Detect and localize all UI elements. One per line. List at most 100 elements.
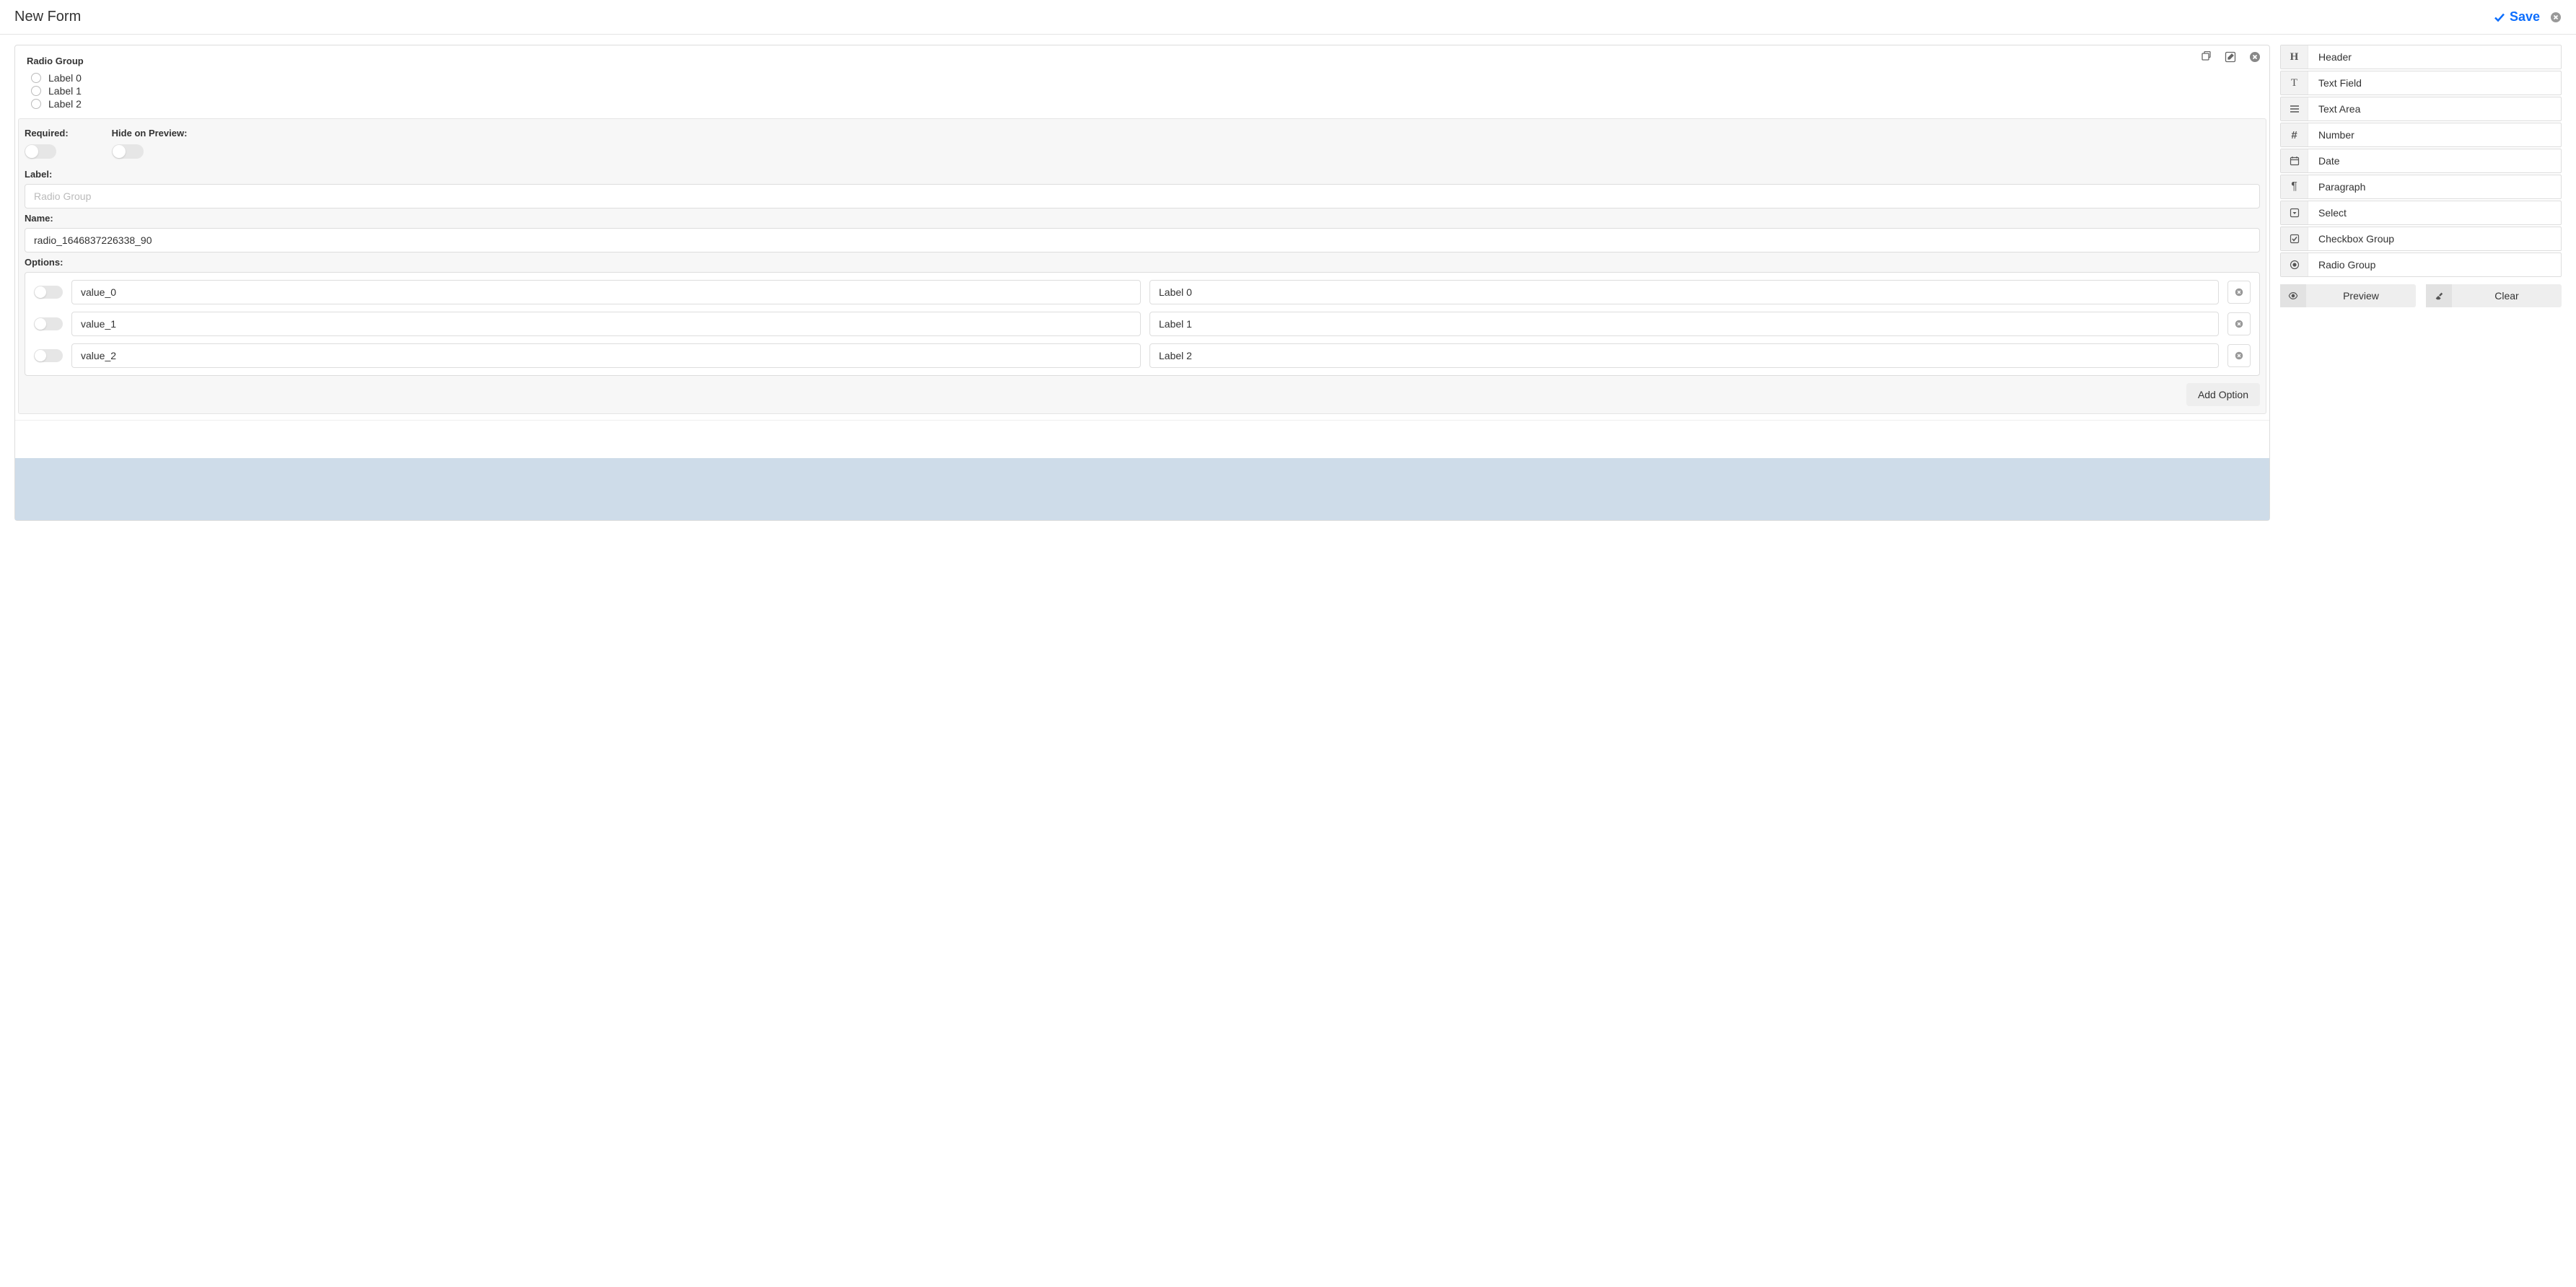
- option-value-input[interactable]: [71, 280, 1141, 304]
- option-remove-button[interactable]: [2227, 281, 2251, 304]
- hash-icon: #: [2281, 123, 2308, 146]
- radio-item-label: Label 2: [48, 98, 82, 110]
- radio-item-label: Label 1: [48, 85, 82, 97]
- option-row: [34, 280, 2251, 304]
- palette-text-area[interactable]: Text Area: [2280, 97, 2562, 121]
- close-icon: [2550, 12, 2562, 23]
- palette-checkbox-group[interactable]: Checkbox Group: [2280, 227, 2562, 251]
- palette-radio-group[interactable]: Radio Group: [2280, 252, 2562, 277]
- hide-label: Hide on Preview:: [112, 128, 188, 139]
- caret-box-icon: [2281, 201, 2308, 224]
- palette-label: Header: [2308, 45, 2362, 69]
- edit-icon: [2225, 51, 2236, 63]
- palette-label: Checkbox Group: [2308, 227, 2404, 250]
- add-option-button[interactable]: Add Option: [2186, 383, 2260, 406]
- delete-button[interactable]: [2249, 51, 2261, 65]
- main-area: Radio Group Label 0 Label 1 Label 2: [0, 35, 2576, 531]
- field-preview: Radio Group Label 0 Label 1 Label 2: [15, 45, 2269, 118]
- text-icon: T: [2281, 71, 2308, 95]
- label-input[interactable]: [25, 184, 2260, 208]
- heading-icon: H: [2281, 45, 2308, 69]
- eye-icon: [2280, 284, 2306, 307]
- close-icon: [2235, 288, 2243, 297]
- option-default-toggle[interactable]: [34, 317, 63, 330]
- close-icon: [2235, 351, 2243, 360]
- radio-preview-list: Label 0 Label 1 Label 2: [27, 72, 2258, 110]
- close-icon: [2249, 51, 2261, 63]
- options-section: Options:: [25, 252, 2260, 406]
- palette-text-field[interactable]: T Text Field: [2280, 71, 2562, 95]
- option-default-toggle[interactable]: [34, 349, 63, 362]
- lines-icon: [2281, 97, 2308, 120]
- options-box: [25, 272, 2260, 376]
- name-field-label: Name:: [25, 213, 2260, 224]
- close-button[interactable]: [2550, 12, 2562, 23]
- options-field-label: Options:: [25, 257, 2260, 268]
- option-default-toggle[interactable]: [34, 286, 63, 299]
- radio-preview-item[interactable]: Label 2: [31, 98, 2258, 110]
- field-actions: [2200, 51, 2261, 65]
- pilcrow-icon: ¶: [2281, 175, 2308, 198]
- palette-header[interactable]: H Header: [2280, 45, 2562, 69]
- palette-label: Select: [2308, 201, 2357, 224]
- option-value-input[interactable]: [71, 343, 1141, 368]
- page-header: New Form Save: [0, 0, 2576, 35]
- palette-paragraph[interactable]: ¶ Paragraph: [2280, 175, 2562, 199]
- field-editor: Required: Hide on Preview: Label: Name:: [18, 118, 2266, 414]
- save-button[interactable]: Save: [2494, 9, 2540, 25]
- radio-icon: [31, 73, 41, 83]
- palette-date[interactable]: Date: [2280, 149, 2562, 173]
- option-value-input[interactable]: [71, 312, 1141, 336]
- form-canvas[interactable]: Radio Group Label 0 Label 1 Label 2: [14, 45, 2270, 521]
- radio-preview-item[interactable]: Label 0: [31, 72, 2258, 84]
- sidebar-actions: Preview Clear: [2280, 284, 2562, 307]
- label-field-label: Label:: [25, 169, 2260, 180]
- check-icon: [2494, 12, 2505, 23]
- required-col: Required:: [25, 128, 69, 159]
- check-box-icon: [2281, 227, 2308, 250]
- editor-toggles-row: Required: Hide on Preview:: [25, 125, 2260, 164]
- radio-preview-item[interactable]: Label 1: [31, 85, 2258, 97]
- field-palette: H Header T Text Field Text Area # Number…: [2280, 45, 2562, 307]
- add-option-row: Add Option: [25, 376, 2260, 406]
- option-remove-button[interactable]: [2227, 344, 2251, 367]
- palette-label: Text Area: [2308, 97, 2370, 120]
- page-title: New Form: [14, 9, 81, 25]
- header-actions: Save: [2494, 9, 2562, 25]
- eraser-icon: [2426, 284, 2452, 307]
- field-type-label: Radio Group: [27, 56, 2258, 66]
- option-label-input[interactable]: [1149, 280, 2219, 304]
- clear-button-label: Clear: [2452, 284, 2562, 307]
- required-toggle[interactable]: [25, 144, 56, 159]
- hide-on-preview-toggle[interactable]: [112, 144, 144, 159]
- option-row: [34, 343, 2251, 368]
- palette-select[interactable]: Select: [2280, 201, 2562, 225]
- preview-button[interactable]: Preview: [2280, 284, 2416, 307]
- edit-button[interactable]: [2225, 51, 2236, 65]
- option-label-input[interactable]: [1149, 312, 2219, 336]
- calendar-icon: [2281, 149, 2308, 172]
- label-section: Label:: [25, 164, 2260, 208]
- radio-item-label: Label 0: [48, 72, 82, 84]
- name-section: Name:: [25, 208, 2260, 252]
- palette-label: Number: [2308, 123, 2365, 146]
- palette-label: Radio Group: [2308, 253, 2386, 276]
- option-label-input[interactable]: [1149, 343, 2219, 368]
- dot-circle-icon: [2281, 253, 2308, 276]
- option-row: [34, 312, 2251, 336]
- preview-button-label: Preview: [2306, 284, 2416, 307]
- required-label: Required:: [25, 128, 69, 139]
- palette-label: Date: [2308, 149, 2350, 172]
- palette-number[interactable]: # Number: [2280, 123, 2562, 147]
- radio-icon: [31, 86, 41, 96]
- close-icon: [2235, 320, 2243, 328]
- duplicate-button[interactable]: [2200, 51, 2212, 65]
- name-input[interactable]: [25, 228, 2260, 252]
- hide-col: Hide on Preview:: [112, 128, 188, 159]
- canvas-dropzone[interactable]: [15, 458, 2269, 520]
- clear-button[interactable]: Clear: [2426, 284, 2562, 307]
- copy-icon: [2200, 51, 2212, 63]
- field-block-radio-group[interactable]: Radio Group Label 0 Label 1 Label 2: [15, 45, 2269, 421]
- save-button-label: Save: [2510, 9, 2540, 25]
- option-remove-button[interactable]: [2227, 312, 2251, 335]
